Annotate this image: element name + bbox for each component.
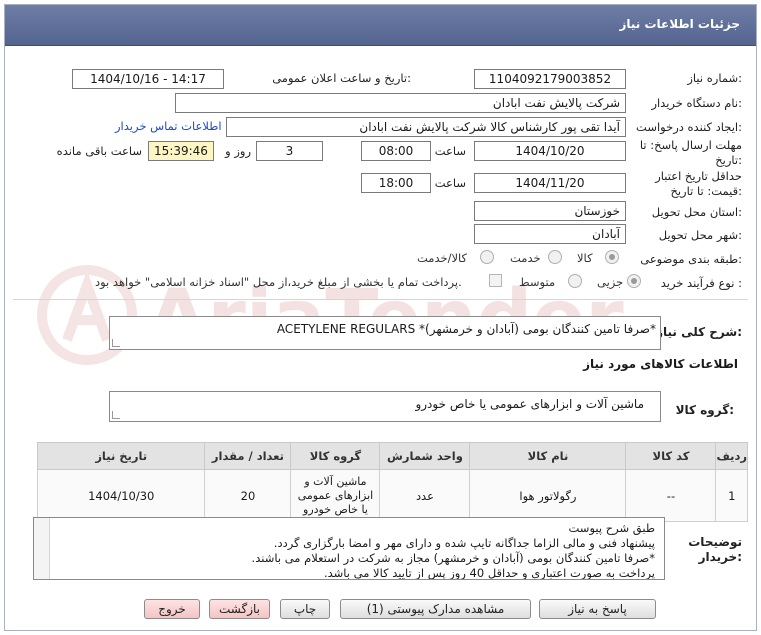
process-small-label: جزیی xyxy=(597,275,624,289)
col-name: نام کالا xyxy=(469,442,627,470)
process-medium-radio[interactable] xyxy=(568,274,582,288)
goods-group-text: ماشین آلات و ابزارهای عمومی یا خاص خودرو xyxy=(415,397,644,411)
reply-button[interactable]: پاسخ به نیاز xyxy=(539,599,656,619)
window-title: جزئیات اطلاعات نیاز xyxy=(619,17,740,31)
process-label: نوع فرآیند خرید : xyxy=(660,276,742,290)
deadline-time-label: ساعت xyxy=(434,144,466,158)
col-unit: واحد شمارش xyxy=(379,442,471,470)
deadline-label: مهلت ارسال پاسخ: تا تاریخ: xyxy=(639,138,742,167)
treasury-checkbox[interactable] xyxy=(489,274,502,287)
goods-section-title: اطلاعات کالاهای مورد نیاز xyxy=(583,357,738,371)
notes-scrollbar[interactable] xyxy=(34,518,50,579)
validity-label: حداقل تاریخ اعتبار قیمت: تا تاریخ: xyxy=(655,169,742,198)
col-date: تاریخ نیاز xyxy=(36,442,206,470)
need-number-label: شماره نیاز: xyxy=(687,71,742,85)
notes-line: پیشنهاد فنی و مالی الزاما جداگانه تایپ ش… xyxy=(273,536,655,550)
process-medium-label: متوسط xyxy=(519,275,556,289)
contact-info-link[interactable]: اطلاعات تماس خریدار xyxy=(115,119,222,133)
creator-label: ایجاد کننده درخواست: xyxy=(636,120,742,134)
cell-row: 1 xyxy=(715,469,748,522)
deadline-time-field[interactable]: 08:00 xyxy=(361,141,431,161)
category-goods-service-label: کالا/خدمت xyxy=(417,251,468,265)
category-goods-service-radio[interactable] xyxy=(480,250,494,264)
category-label: طبقه بندی موضوعی: xyxy=(640,252,742,266)
col-group: گروه کالا xyxy=(290,442,381,470)
table-header-row: ردیف کد کالا نام کالا واحد شمارش گروه کا… xyxy=(36,442,748,470)
cell-group: ماشین آلات و ابزارهای عمومی یا خاص خودرو xyxy=(290,469,381,522)
summary-textarea[interactable]: ACETYLENE REGULARS *صرفا تامین کنندگان ب… xyxy=(109,316,661,350)
print-button[interactable]: چاپ xyxy=(280,599,330,619)
days-field[interactable]: 3 xyxy=(256,141,323,161)
goods-group-label: گروه کالا: xyxy=(675,403,734,417)
view-attachments-button[interactable]: مشاهده مدارک پیوستی (1) xyxy=(340,599,531,619)
col-code: کد کالا xyxy=(625,442,717,470)
cell-code: -- xyxy=(625,469,717,522)
process-small-radio[interactable] xyxy=(627,274,641,288)
announce-label: تاریخ و ساعت اعلان عمومی: xyxy=(272,71,411,85)
city-label: شهر محل تحویل: xyxy=(658,228,742,242)
summary-label: شرح کلی نیاز: xyxy=(656,325,742,339)
cell-date: 1404/10/30 xyxy=(36,469,206,522)
col-row: ردیف xyxy=(715,442,748,470)
remaining-label: ساعت باقی مانده xyxy=(56,144,142,158)
back-button[interactable]: بازگشت xyxy=(209,599,270,619)
table-row[interactable]: 1 -- رگولاتور هوا عدد ماشین آلات و ابزار… xyxy=(36,469,748,522)
notes-line: پرداخت به صورت اعتباری و حداقل 40 روز پس… xyxy=(323,566,655,580)
notes-label: توضیحات خریدار: xyxy=(688,535,742,564)
validity-time-label: ساعت xyxy=(434,176,466,190)
summary-text: ACETYLENE REGULARS *صرفا تامین کنندگان ب… xyxy=(276,322,656,336)
notes-content: طبق شرح پیوست پیشنهاد فنی و مالی الزاما … xyxy=(251,521,655,580)
cell-name: رگولاتور هوا xyxy=(469,469,627,522)
cell-quantity: 20 xyxy=(204,469,292,522)
resize-grip-icon[interactable] xyxy=(112,339,120,347)
need-number-field[interactable]: 1104092179003852 xyxy=(474,69,626,89)
validity-time-field[interactable]: 18:00 xyxy=(361,173,431,193)
announce-field[interactable]: 1404/10/16 - 14:17 xyxy=(72,69,224,89)
notes-textarea[interactable]: طبق شرح پیوست پیشنهاد فنی و مالی الزاما … xyxy=(33,517,665,580)
title-bar: جزئیات اطلاعات نیاز xyxy=(5,5,756,46)
divider xyxy=(13,299,748,300)
category-service-label: خدمت xyxy=(510,251,541,265)
creator-field[interactable]: آیدا تقی پور کارشناس کالا شرکت پالایش نف… xyxy=(226,117,626,137)
exit-button[interactable]: خروج xyxy=(144,599,200,619)
treasury-note: پرداخت تمام یا بخشی از مبلغ خرید،از محل … xyxy=(95,275,462,289)
buyer-label: نام دستگاه خریدار: xyxy=(651,96,742,110)
city-field[interactable]: آبادان xyxy=(474,224,626,244)
validity-date-field[interactable]: 1404/11/20 xyxy=(474,173,626,193)
days-label: روز و xyxy=(225,144,251,158)
buyer-field[interactable]: شرکت پالایش نفت ابادان xyxy=(175,93,626,113)
main-window: جزئیات اطلاعات نیاز AriaTender.net شماره… xyxy=(4,4,757,631)
deadline-date-field[interactable]: 1404/10/20 xyxy=(474,141,626,161)
goods-table: ردیف کد کالا نام کالا واحد شمارش گروه کا… xyxy=(36,442,748,522)
province-label: استان محل تحویل: xyxy=(651,205,742,219)
category-goods-label: کالا xyxy=(577,251,593,265)
watermark-logo: AriaTender.net xyxy=(37,265,627,365)
goods-group-textarea[interactable]: ماشین آلات و ابزارهای عمومی یا خاص خودرو xyxy=(109,391,661,422)
resize-grip-icon[interactable] xyxy=(112,411,120,419)
remaining-time-field: 15:39:46 xyxy=(148,141,214,161)
province-field[interactable]: خوزستان xyxy=(474,201,626,221)
notes-line: *صرفا تامین کنندگان بومی (آبادان و خرمشه… xyxy=(251,551,655,565)
notes-line: طبق شرح پیوست xyxy=(568,521,655,535)
col-quantity: تعداد / مقدار xyxy=(204,442,292,470)
cell-unit: عدد xyxy=(379,469,471,522)
category-service-radio[interactable] xyxy=(548,250,562,264)
category-goods-radio[interactable] xyxy=(605,250,619,264)
